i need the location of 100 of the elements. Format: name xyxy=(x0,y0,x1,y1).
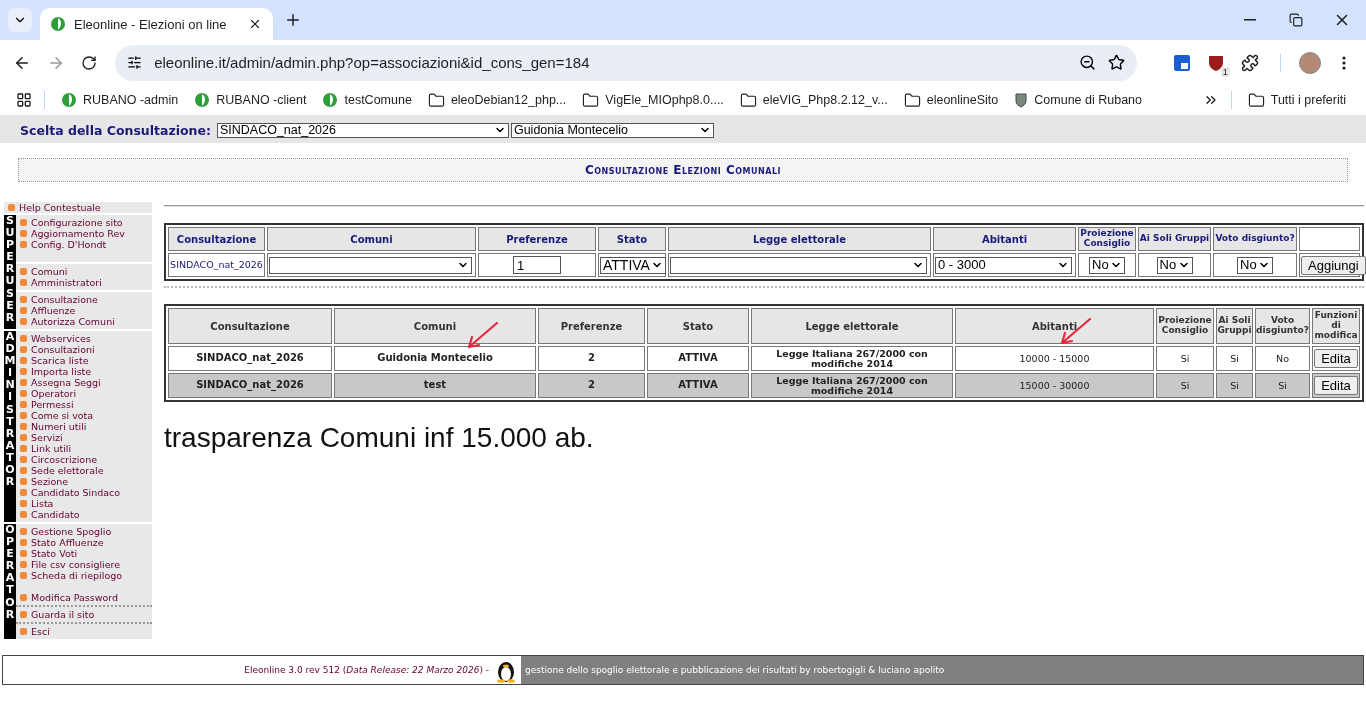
dropdown[interactable] xyxy=(269,256,472,274)
sidebar-link[interactable]: Configurazione sito xyxy=(31,217,123,228)
column-header: Legge elettorale xyxy=(751,308,953,344)
comune-dropdown[interactable]: Guidonia Montecelio xyxy=(510,122,714,138)
dropdown[interactable]: ATTIVA xyxy=(600,256,666,274)
add-button[interactable]: Aggiungi xyxy=(1301,255,1366,275)
dropdown[interactable]: 0 - 3000 xyxy=(935,256,1072,274)
sidebar-link[interactable]: Come si vota xyxy=(31,410,94,421)
menu-icon xyxy=(1342,55,1347,70)
sidebar-link[interactable]: Operatori xyxy=(31,388,77,399)
edit-button[interactable]: Edita xyxy=(1314,376,1358,395)
sidebar-link[interactable]: Candidato xyxy=(31,509,80,520)
sidebar-link[interactable]: Scheda di riepilogo xyxy=(31,570,123,581)
note-text: trasparenza Comuni inf 15.000 ab. xyxy=(164,422,595,454)
column-header: Proiezione Consiglio xyxy=(1078,227,1136,251)
sidebar-link[interactable]: Link utili xyxy=(31,443,72,454)
table-cell: Si xyxy=(1255,373,1310,398)
column-header: Abitanti xyxy=(933,227,1076,251)
tagline-text: gestione dello spoglio elettorale e pubblicazione dei risultati by robertogigli & luciano apolito xyxy=(525,665,945,675)
sidebar-link[interactable]: Esci xyxy=(31,626,50,637)
section-label: ADMINISTRATOR xyxy=(4,331,16,522)
bullet-icon xyxy=(20,401,27,408)
bullet-icon xyxy=(20,346,27,353)
sidebar-link[interactable]: Comuni xyxy=(31,266,68,277)
dropdown[interactable] xyxy=(670,256,927,274)
leaf-icon xyxy=(322,92,339,108)
table-cell: Legge Italiana 267/2000 con modifiche 2014 xyxy=(751,346,953,371)
bullet-icon xyxy=(20,335,27,342)
bullet-icon xyxy=(20,478,27,485)
column-header: Consultazione xyxy=(168,308,332,344)
column-header: Abitanti xyxy=(955,308,1154,344)
sidebar-link[interactable]: Sezione xyxy=(31,476,69,487)
bookmark[interactable]: eleoDebian12_php... xyxy=(419,91,575,109)
dropdown[interactable]: No xyxy=(1237,256,1273,274)
dropdown[interactable]: No xyxy=(1089,256,1125,274)
sidebar-link[interactable]: Permessi xyxy=(31,399,74,410)
bookmark[interactable]: eleVIG_Php8.2.12_v... xyxy=(731,91,896,109)
table-cell: ATTIVA xyxy=(647,373,749,398)
sidebar-link[interactable]: Lista xyxy=(31,498,54,509)
dropdown[interactable]: No xyxy=(1156,256,1193,274)
browser-tab[interactable]: Eleonline - Elezioni on line xyxy=(40,8,273,40)
leaf-icon xyxy=(194,92,211,108)
sidebar-link[interactable]: Consultazione xyxy=(31,294,98,305)
table-cell: Legge Italiana 267/2000 con modifiche 2014 xyxy=(751,373,953,398)
sidebar-link[interactable]: Sede elettorale xyxy=(31,465,104,476)
bookmark[interactable]: Comune di Rubano xyxy=(1006,92,1150,108)
sidebar-link[interactable]: Amministratori xyxy=(31,277,102,288)
bullet-icon xyxy=(20,561,27,568)
sidebar-link[interactable]: Stato Affluenze xyxy=(31,537,104,548)
bullet-icon xyxy=(20,628,27,635)
sidebar-link[interactable]: Webservices xyxy=(31,333,91,344)
sidebar-link[interactable]: Autorizza Comuni xyxy=(31,316,115,327)
consultation-label: Scelta della Consultazione: xyxy=(20,122,211,138)
sidebar-link[interactable]: Gestione Spoglio xyxy=(31,526,112,537)
sidebar-link[interactable]: Modifica Password xyxy=(31,592,119,603)
table-cell: 15000 - 30000 xyxy=(955,373,1154,398)
sidebar-link[interactable]: File csv consigliere xyxy=(31,559,121,570)
bullet-icon xyxy=(20,268,27,275)
url-text: eleonline.it/admin/admin.php?op=associazioni&id_cons_gen=184 xyxy=(154,54,591,71)
column-header: Voto disgiunto? xyxy=(1255,308,1310,344)
input-field[interactable]: 1 xyxy=(513,256,561,274)
table-cell: SINDACO_nat_2026 xyxy=(168,373,332,398)
sidebar-link[interactable]: Scarica liste xyxy=(31,355,89,366)
sidebar-link[interactable]: Guarda il sito xyxy=(31,609,95,620)
column-header: Stato xyxy=(598,227,666,251)
bookmark[interactable]: Tutti i preferiti xyxy=(1239,91,1354,109)
edit-button[interactable]: Edita xyxy=(1314,349,1358,368)
bullet-icon xyxy=(20,489,27,496)
sidebar-link[interactable]: Numeri utili xyxy=(31,421,87,432)
sidebar-link[interactable]: Servizi xyxy=(31,432,63,443)
bookmark[interactable]: RUBANO -client xyxy=(186,92,315,108)
bookmark[interactable]: RUBANO -admin xyxy=(53,92,187,108)
version-text: Eleonline 3.0 rev 512 (Data Release: 22 Marzo 2026) - xyxy=(244,665,489,675)
tab-list-button[interactable] xyxy=(8,8,32,32)
address-bar[interactable]: eleonline.it/admin/admin.php?op=associazioni&id_cons_gen=184 xyxy=(115,44,1137,81)
sidebar-link[interactable]: Config. D'Hondt xyxy=(31,239,107,250)
bullet-icon xyxy=(20,357,27,364)
avatar xyxy=(1299,51,1322,74)
sidebar-link[interactable]: Importa liste xyxy=(31,366,92,377)
sidebar-link[interactable]: Assegna Seggi xyxy=(31,377,101,388)
bookmark[interactable]: VigEle_MIOphp8.0.... xyxy=(574,91,732,109)
sidebar-link[interactable]: Circoscrizione xyxy=(31,454,98,465)
extension-button[interactable]: 1 xyxy=(1204,50,1228,75)
shield-icon xyxy=(1207,53,1224,72)
section-label: OPERATOR xyxy=(4,524,16,639)
column-header: Preferenze xyxy=(538,308,645,344)
consultation-dropdown[interactable]: SINDACO_nat_2026 xyxy=(216,122,509,138)
sidebar-link[interactable]: Consultazioni xyxy=(31,344,95,355)
sidebar-link[interactable]: Aggiornamento Rev xyxy=(31,228,125,239)
bookmark[interactable]: eleonlineSito xyxy=(895,91,1007,109)
folder-icon xyxy=(903,91,921,109)
sidebar-link[interactable]: Stato Voti xyxy=(31,548,78,559)
lock-extension-icon xyxy=(1173,53,1192,72)
bookmark[interactable]: testComune xyxy=(314,92,420,108)
minimize-icon xyxy=(1244,19,1256,21)
sidebar-link[interactable]: Candidato Sindaco xyxy=(31,487,121,498)
sidebar-link[interactable]: Affluenze xyxy=(31,305,76,316)
table-cell: SINDACO_nat_2026 xyxy=(168,253,265,277)
folder-icon xyxy=(739,91,757,109)
section-label: SUPERUSER xyxy=(4,215,16,329)
